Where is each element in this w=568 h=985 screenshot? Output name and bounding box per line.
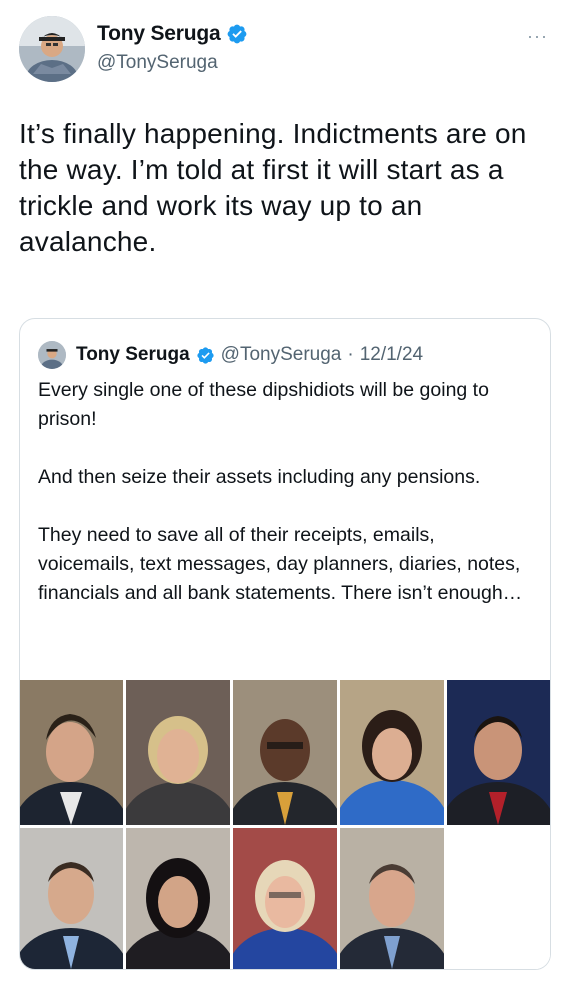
- portrait-photo: [126, 828, 230, 969]
- quoted-paragraph: They need to save all of their receipts,…: [38, 524, 523, 604]
- quoted-author-name: Tony Seruga: [76, 344, 190, 365]
- quoted-tweet-text: Every single one of these dipshidiots wi…: [38, 376, 528, 608]
- photo-collage[interactable]: [20, 680, 550, 969]
- quoted-paragraph: Every single one of these dipshidiots wi…: [38, 379, 489, 430]
- quoted-tweet-header: Tony Seruga @TonySeruga · 12/1/24: [38, 341, 423, 369]
- portrait-photo: [340, 828, 444, 969]
- tweet-text: It’s finally happening. Indictments are …: [19, 118, 527, 257]
- portrait-photo: [126, 680, 230, 825]
- portrait-photo: [20, 828, 123, 969]
- quoted-date: 12/1/24: [359, 344, 424, 365]
- portrait-photo: [447, 680, 550, 825]
- portrait-photo: [20, 680, 123, 825]
- author-avatar[interactable]: [19, 16, 85, 82]
- empty-grid-cell: [447, 828, 550, 969]
- author-handle[interactable]: @TonySeruga: [97, 52, 218, 74]
- verified-badge-icon: [197, 346, 214, 364]
- more-dots-icon[interactable]: ···: [527, 26, 548, 47]
- verified-badge-icon: [228, 24, 247, 44]
- quoted-author-handle: @TonySeruga: [220, 344, 342, 365]
- tweet[interactable]: Tony Seruga @TonySeruga ··· It’s finally…: [0, 0, 568, 985]
- quoted-tweet[interactable]: Tony Seruga @TonySeruga · 12/1/24 Every …: [19, 318, 551, 970]
- author-name[interactable]: Tony Seruga: [97, 22, 221, 46]
- quoted-paragraph: And then seize their assets including an…: [38, 466, 481, 488]
- author-name-row: Tony Seruga: [97, 22, 248, 46]
- portrait-photo: [233, 680, 337, 825]
- portrait-photo: [340, 680, 444, 825]
- portrait-photo: [233, 828, 337, 969]
- quoted-separator: ·: [347, 344, 354, 365]
- quoted-author-avatar: [38, 341, 66, 369]
